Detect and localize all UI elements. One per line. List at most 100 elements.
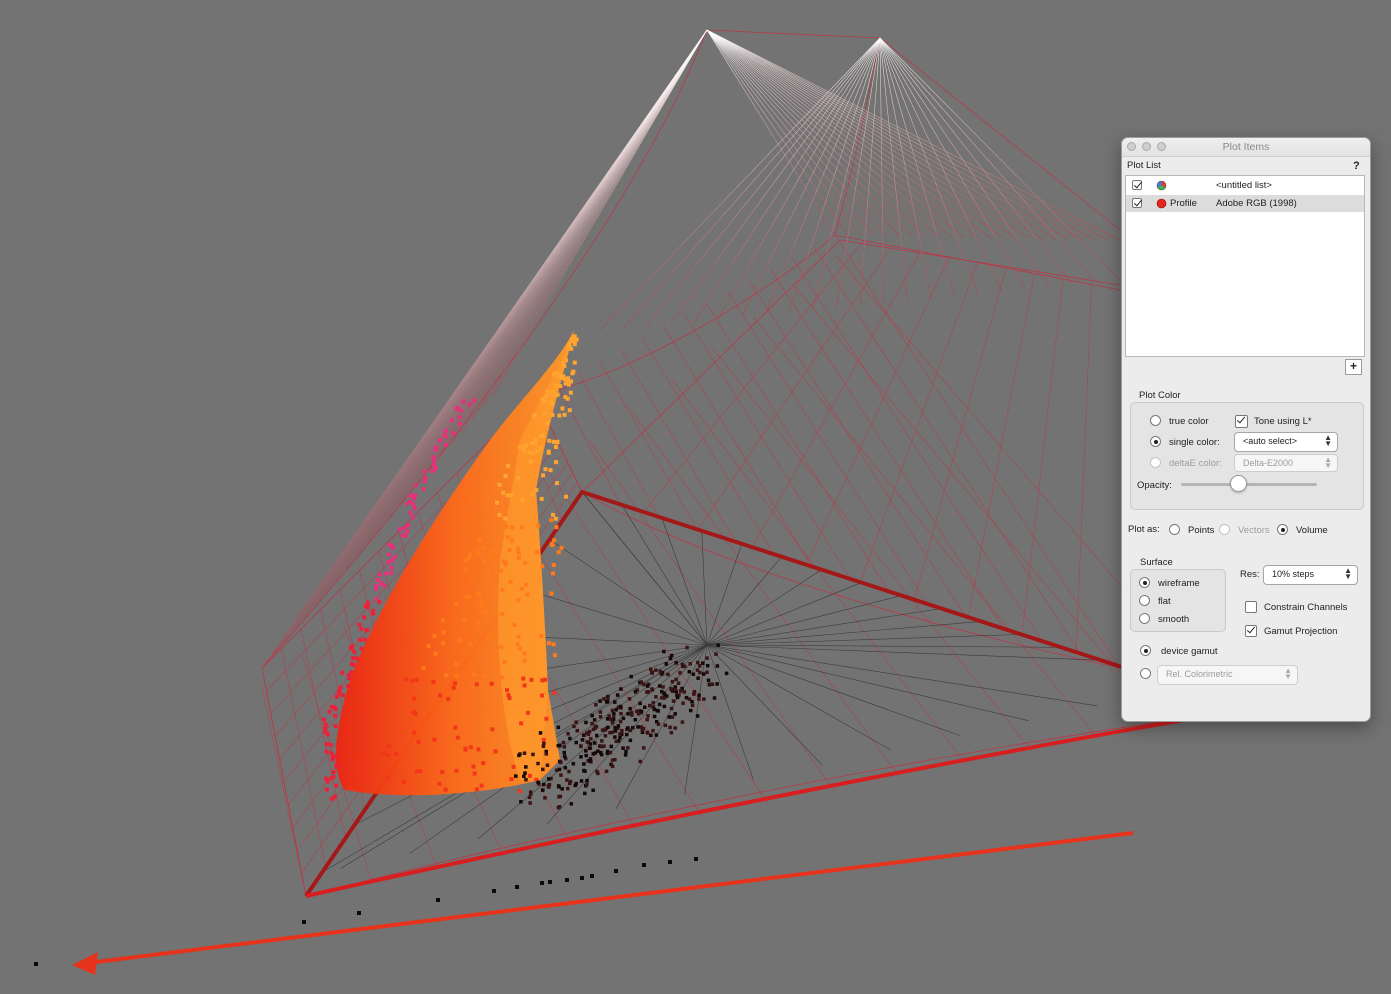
dark-point bbox=[610, 764, 615, 769]
magenta-point bbox=[351, 656, 356, 661]
dark-point bbox=[687, 669, 692, 674]
magenta-point bbox=[405, 529, 410, 534]
dark-point bbox=[610, 721, 615, 725]
dark-point bbox=[590, 874, 594, 878]
plot-list-row-untitled[interactable]: <untitled list> bbox=[1126, 177, 1364, 194]
volume-point bbox=[548, 399, 553, 404]
row-visibility-checkbox[interactable] bbox=[1132, 180, 1142, 190]
surface-wireframe-radio[interactable] bbox=[1139, 577, 1150, 588]
volume-point bbox=[551, 512, 556, 517]
axis-arrow-head bbox=[72, 952, 98, 975]
magenta-point bbox=[378, 572, 383, 577]
dark-point bbox=[547, 785, 551, 789]
volume-point bbox=[552, 538, 557, 543]
volume-point bbox=[554, 481, 559, 486]
volume-point bbox=[556, 550, 561, 555]
volume-point bbox=[508, 579, 513, 584]
dark-point bbox=[574, 720, 579, 724]
magenta-point bbox=[338, 685, 343, 690]
volume-point bbox=[572, 360, 577, 365]
dark-point bbox=[638, 759, 642, 764]
plot-as-label: Plot as: bbox=[1128, 524, 1160, 535]
opacity-slider-track[interactable] bbox=[1181, 483, 1317, 486]
dark-point bbox=[604, 769, 609, 774]
volume-point bbox=[559, 545, 564, 550]
volume-point bbox=[414, 677, 419, 682]
plot-list-row-profile[interactable]: Profile Adobe RGB (1998) bbox=[1126, 195, 1364, 212]
dark-point bbox=[571, 761, 576, 766]
single-color-select[interactable]: <auto select> ▲ ▼ bbox=[1234, 432, 1338, 452]
surface-smooth-radio[interactable] bbox=[1139, 613, 1150, 624]
constrain-channels-checkbox[interactable] bbox=[1245, 601, 1257, 613]
volume-point bbox=[549, 518, 554, 523]
wireframe-grid-line bbox=[645, 240, 864, 510]
dark-point bbox=[614, 869, 618, 873]
dark-point bbox=[582, 762, 586, 766]
volume-point bbox=[385, 752, 390, 757]
deltae-select[interactable]: Delta-E2000 ▲ ▼ bbox=[1234, 454, 1338, 472]
dark-point bbox=[705, 670, 709, 675]
device-gamut-label: device gamut bbox=[1161, 646, 1218, 657]
dark-point bbox=[697, 693, 701, 697]
true-color-radio[interactable] bbox=[1150, 415, 1161, 426]
dark-point bbox=[594, 724, 599, 729]
gamut-projection-checkbox[interactable] bbox=[1245, 625, 1257, 637]
volume-point bbox=[521, 448, 526, 453]
rendering-intent-select[interactable]: Rel. Colorimetric ▲ ▼ bbox=[1157, 665, 1298, 685]
volume-point bbox=[411, 730, 416, 735]
volume-point bbox=[533, 438, 538, 443]
opacity-slider-knob[interactable] bbox=[1229, 475, 1247, 492]
single-color-label: single color: bbox=[1169, 437, 1220, 448]
volume-point bbox=[554, 460, 559, 465]
magenta-point bbox=[408, 510, 413, 515]
plot-as-volume-radio[interactable] bbox=[1277, 524, 1288, 535]
panel-titlebar[interactable]: Plot Items bbox=[1122, 138, 1370, 157]
magenta-point bbox=[324, 742, 329, 747]
help-icon[interactable]: ? bbox=[1353, 160, 1360, 172]
volume-point bbox=[540, 564, 545, 569]
dark-point bbox=[663, 723, 668, 728]
plot-list[interactable]: <untitled list> Profile Adobe RGB (1998) bbox=[1125, 175, 1365, 357]
magenta-point bbox=[454, 406, 459, 411]
dark-point bbox=[631, 725, 635, 730]
dark-point bbox=[701, 672, 706, 676]
tone-using-l-checkbox[interactable] bbox=[1235, 415, 1248, 428]
dark-point bbox=[585, 740, 589, 744]
wireframe-peak-line bbox=[694, 37, 881, 322]
single-color-radio[interactable] bbox=[1150, 436, 1161, 447]
magenta-point bbox=[402, 525, 407, 530]
add-plot-item-button[interactable]: + bbox=[1345, 359, 1362, 375]
volume-point bbox=[539, 633, 544, 638]
dark-point bbox=[584, 720, 588, 725]
dark-point bbox=[652, 714, 657, 719]
dark-point bbox=[582, 733, 586, 737]
rendering-intent-radio[interactable] bbox=[1140, 668, 1151, 679]
volume-point bbox=[411, 696, 416, 701]
dark-point bbox=[607, 714, 611, 718]
volume-point bbox=[462, 617, 467, 622]
device-gamut-radio[interactable] bbox=[1140, 645, 1151, 656]
magenta-point bbox=[384, 571, 389, 576]
dark-point bbox=[565, 778, 569, 782]
res-select[interactable]: 10% steps ▲ ▼ bbox=[1263, 565, 1358, 585]
volume-point bbox=[536, 523, 541, 528]
row-visibility-checkbox[interactable] bbox=[1132, 198, 1142, 208]
plot-as-vectors-radio[interactable] bbox=[1219, 524, 1230, 535]
volume-point bbox=[520, 586, 525, 591]
magenta-point bbox=[334, 754, 339, 759]
dark-point bbox=[715, 664, 720, 668]
plot-as-points-radio[interactable] bbox=[1169, 524, 1180, 535]
dark-point bbox=[545, 763, 550, 767]
wireframe-peak-line bbox=[471, 29, 708, 420]
wireframe-peak-line bbox=[765, 37, 881, 315]
deltae-color-radio[interactable] bbox=[1150, 457, 1161, 468]
volume-point bbox=[546, 449, 551, 454]
dark-point bbox=[618, 719, 623, 724]
volume-point bbox=[476, 620, 481, 625]
dark-point bbox=[620, 728, 624, 733]
volume-point bbox=[499, 644, 504, 649]
wireframe-peak-line bbox=[599, 37, 881, 331]
volume-point bbox=[437, 781, 442, 786]
surface-flat-radio[interactable] bbox=[1139, 595, 1150, 606]
surface-wireframe-label: wireframe bbox=[1158, 578, 1200, 589]
